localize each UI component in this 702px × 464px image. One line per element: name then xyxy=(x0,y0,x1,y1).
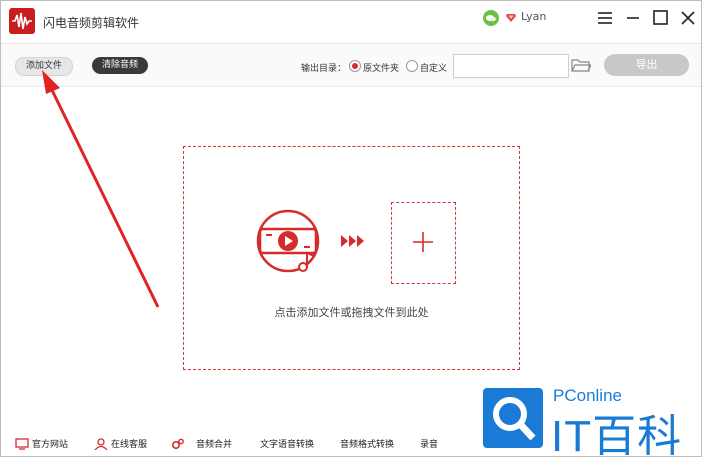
nav-official-site[interactable]: 官方网站 xyxy=(15,437,68,450)
user-name[interactable]: Lyan xyxy=(521,10,546,23)
radio-custom-label: 自定义 xyxy=(420,64,448,74)
file-drop-zone[interactable]: 点击添加文件或拖拽文件到此处 xyxy=(183,146,520,370)
monitor-icon xyxy=(15,437,29,450)
drop-hint-text: 点击添加文件或拖拽文件到此处 xyxy=(274,306,429,319)
clear-audio-button[interactable]: 清除音频 xyxy=(92,57,148,74)
nav-label: 音频格式转换 xyxy=(340,440,395,450)
plus-icon xyxy=(413,232,433,252)
export-button[interactable]: 导出 xyxy=(604,54,689,76)
nav-record[interactable]: 录音 xyxy=(420,437,438,450)
nav-text-speech[interactable]: 文字语音转换 xyxy=(260,437,314,450)
watermark-big-text: IT百科 xyxy=(551,412,683,461)
radio-source-label: 原文件夹 xyxy=(363,64,400,74)
nav-label: 文字语音转换 xyxy=(260,440,315,450)
title-bar: 闪电音频剪辑软件 Lyan xyxy=(1,1,701,41)
add-file-box[interactable] xyxy=(391,202,456,284)
folder-icon[interactable] xyxy=(571,57,591,73)
nav-label: 官方网站 xyxy=(32,440,69,450)
output-path-input[interactable] xyxy=(453,54,569,78)
forward-arrows-icon xyxy=(341,235,364,247)
nav-online-service[interactable]: 在线客服 xyxy=(94,437,147,450)
add-file-button[interactable]: 添加文件 xyxy=(15,57,73,76)
nav-label: 音频合并 xyxy=(196,440,233,450)
pconline-logo-icon xyxy=(483,388,543,448)
close-icon[interactable] xyxy=(678,8,698,28)
nav-label: 录音 xyxy=(420,440,439,450)
app-logo-icon xyxy=(9,8,35,34)
bottom-nav: 官方网站 在线客服 音频合并 文字语音转换 音频格式转换 录音 xyxy=(1,429,451,456)
radio-source-folder[interactable] xyxy=(349,60,361,72)
output-dir-label: 输出目录： xyxy=(301,64,347,74)
audio-video-icon xyxy=(256,209,320,273)
maximize-icon[interactable] xyxy=(650,8,670,28)
menu-icon[interactable] xyxy=(595,8,615,28)
toolbar: 添加文件 清除音频 输出目录： 原文件夹 自定义 导出 xyxy=(1,44,701,87)
diamond-icon xyxy=(506,14,516,22)
radio-custom[interactable] xyxy=(406,60,418,72)
person-icon xyxy=(94,437,108,450)
app-title: 闪电音频剪辑软件 xyxy=(43,16,140,30)
wechat-icon[interactable] xyxy=(483,10,499,26)
gear-icon xyxy=(171,438,184,449)
minimize-icon[interactable] xyxy=(623,8,643,28)
nav-format-convert[interactable]: 音频格式转换 xyxy=(340,437,394,450)
nav-audio-merge[interactable]: 音频合并 xyxy=(171,437,232,450)
nav-label: 在线客服 xyxy=(111,440,148,450)
watermark: PConline IT百科 xyxy=(483,386,693,461)
